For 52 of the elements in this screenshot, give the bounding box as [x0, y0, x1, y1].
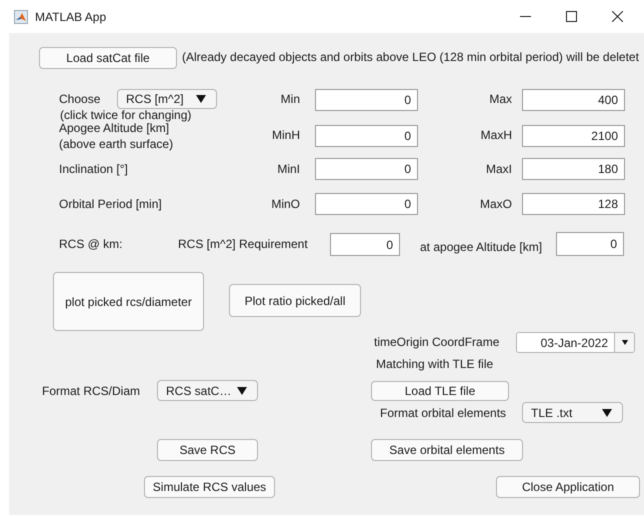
number-field[interactable]: 0 — [315, 193, 418, 215]
label-text: MinO — [270, 196, 300, 212]
label-text: MaxH — [480, 127, 512, 143]
push-button[interactable]: Plot ratio picked/all — [229, 284, 361, 317]
label-text: Choose — [59, 91, 102, 107]
number-field[interactable]: 0 — [315, 158, 418, 180]
label-text: Format RCS/Diam — [42, 383, 142, 399]
label-text: Inclination [°] — [59, 161, 129, 177]
label-text: MinI — [276, 161, 300, 177]
label-text: Matching with TLE file — [376, 356, 494, 372]
number-field[interactable]: 0 — [315, 125, 418, 147]
label-text: RCS @ km: — [59, 236, 124, 252]
dropdown-arrow-icon — [602, 408, 612, 416]
label-text: RCS [m^2] Requirement — [178, 236, 309, 252]
number-field[interactable]: 400 — [522, 89, 625, 111]
number-field[interactable]: 2100 — [522, 125, 625, 147]
app-icon — [14, 10, 28, 24]
push-button[interactable]: Load TLE file — [371, 381, 509, 401]
dropdown[interactable]: RCS [m^2] — [117, 89, 217, 109]
label-text: MaxO — [478, 196, 512, 212]
date-picker[interactable]: 03-Jan-2022 — [516, 332, 635, 353]
push-button[interactable]: Save RCS — [157, 439, 258, 461]
label-text: (Already decayed objects and orbits above LEO (128 min orbital period) will be deletet — [182, 49, 640, 66]
label-text: MinH — [270, 127, 300, 143]
push-button[interactable]: Simulate RCS values — [144, 476, 275, 498]
push-button[interactable]: Close Application — [496, 476, 640, 498]
close-icon — [612, 11, 622, 22]
label-text: Format orbital elements — [380, 405, 508, 421]
number-field[interactable]: 180 — [522, 158, 625, 180]
label-text: timeOrigin CoordFrame — [374, 334, 500, 350]
number-field[interactable]: 128 — [522, 193, 625, 215]
label-text: (above earth surface) — [59, 136, 174, 152]
number-field[interactable]: 0 — [315, 89, 418, 111]
label-text: (click twice for changing) — [60, 107, 192, 123]
window-title: MATLAB App — [35, 8, 106, 26]
label-text: Min — [280, 91, 300, 107]
number-field[interactable]: 0 — [556, 232, 624, 256]
maximize-icon — [566, 11, 576, 22]
dropdown-arrow-icon — [237, 386, 247, 394]
label-text: MaxI — [484, 161, 512, 177]
dropdown[interactable]: TLE .txt — [522, 402, 623, 423]
push-button[interactable]: plot picked rcs/diameter — [53, 272, 204, 331]
label-text: Max — [488, 91, 512, 107]
dropdown[interactable]: RCS satC… — [157, 380, 258, 401]
push-button[interactable]: Save orbital elements — [371, 439, 523, 461]
dropdown-arrow-icon — [620, 340, 628, 345]
number-field[interactable]: 0 — [330, 233, 400, 256]
label-text: Orbital Period [min] — [59, 196, 163, 212]
dropdown-arrow-icon — [196, 95, 206, 103]
push-button[interactable]: Load satCat file — [39, 47, 177, 69]
label-text: Apogee Altitude [km] — [59, 121, 170, 136]
label-text: at apogee Altitude [km] — [420, 239, 544, 255]
